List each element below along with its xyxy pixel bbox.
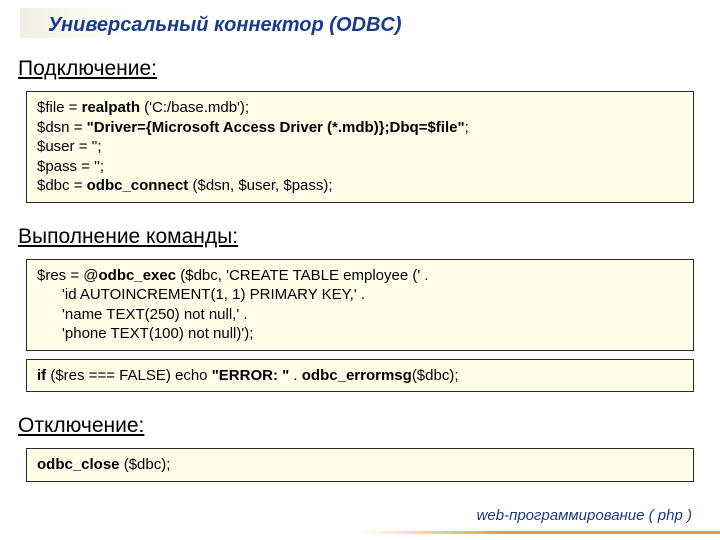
code-line: 'phone TEXT(100) not null)'); — [37, 324, 683, 344]
code-line: $file = realpath ('C:/base.mdb'); — [37, 98, 683, 118]
slide-footer: web-программирование ( php ) — [477, 507, 692, 524]
slide-title: Универсальный коннектор (ODBC) — [48, 14, 720, 37]
section-heading-connect: Подключение: — [0, 43, 720, 87]
section-heading-exec: Выполнение команды: — [0, 211, 720, 255]
code-line: $res = @odbc_exec ($dbc, 'CREATE TABLE e… — [37, 266, 683, 286]
section-heading-disconnect: Отключение: — [0, 400, 720, 444]
code-line: if ($res === FALSE) echo "ERROR: " . odb… — [37, 366, 683, 386]
code-line: $dsn = "Driver={Microsoft Access Driver … — [37, 118, 683, 138]
code-line: 'name TEXT(250) not null,' . — [37, 305, 683, 325]
footer-accent-line — [360, 531, 720, 534]
code-line: $pass = ''; — [37, 157, 683, 177]
code-line: $dbc = odbc_connect ($dsn, $user, $pass)… — [37, 176, 683, 196]
code-line: odbc_close ($dbc); — [37, 455, 683, 475]
slide-header: Универсальный коннектор (ODBC) — [0, 0, 720, 43]
code-box-disconnect: odbc_close ($dbc); — [26, 448, 694, 482]
code-line: 'id AUTOINCREMENT(1, 1) PRIMARY KEY,' . — [37, 285, 683, 305]
code-box-exec: $res = @odbc_exec ($dbc, 'CREATE TABLE e… — [26, 259, 694, 351]
code-box-exec-error: if ($res === FALSE) echo "ERROR: " . odb… — [26, 359, 694, 393]
code-line: $user = ''; — [37, 137, 683, 157]
code-box-connect: $file = realpath ('C:/base.mdb'); $dsn =… — [26, 91, 694, 203]
